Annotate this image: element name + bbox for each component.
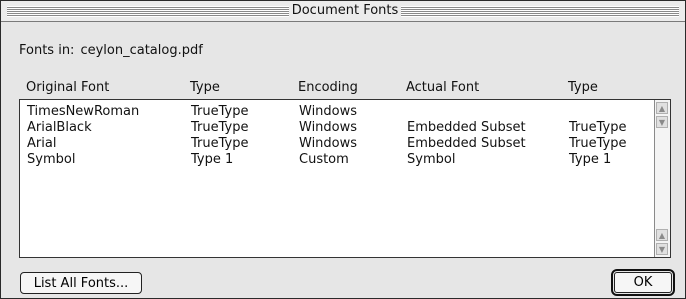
actual-font-cell: Symbol xyxy=(407,152,456,167)
encoding-cell: Windows xyxy=(299,120,358,135)
column-header-encoding: Encoding xyxy=(298,80,358,95)
scroll-down-arrow-icon[interactable]: ▼ xyxy=(656,243,668,255)
column-header-actual-font: Actual Font xyxy=(406,80,480,95)
scroll-up-arrow-icon[interactable]: ▲ xyxy=(656,102,668,114)
font-row[interactable]: TimesNewRoman TrueType Windows xyxy=(20,104,670,120)
font-row[interactable]: Arial TrueType Windows Embedded Subset T… xyxy=(20,136,670,152)
type-cell: TrueType xyxy=(191,104,249,119)
actual-type-cell: TrueType xyxy=(569,120,627,135)
original-font-cell: ArialBlack xyxy=(27,120,92,135)
font-list[interactable]: TimesNewRoman TrueType Windows ArialBlac… xyxy=(19,99,671,258)
column-header-type: Type xyxy=(190,80,220,95)
original-font-cell: Symbol xyxy=(27,152,76,167)
fonts-in-label: Fonts in: xyxy=(19,43,75,58)
ok-button[interactable]: OK xyxy=(614,272,672,293)
list-all-fonts-button[interactable]: List All Fonts... xyxy=(20,272,142,294)
original-font-cell: Arial xyxy=(27,136,57,151)
actual-type-cell: TrueType xyxy=(569,136,627,151)
column-header-original-font: Original Font xyxy=(26,80,110,95)
document-fonts-dialog: Document Fonts Fonts in: ceylon_catalog.p… xyxy=(0,0,686,299)
original-font-cell: TimesNewRoman xyxy=(27,104,140,119)
encoding-cell: Windows xyxy=(299,104,358,119)
fonts-in-line: Fonts in: ceylon_catalog.pdf xyxy=(19,43,203,58)
actual-type-cell: Type 1 xyxy=(569,152,612,167)
title-bar-stripes-left xyxy=(7,6,289,17)
encoding-cell: Custom xyxy=(299,152,349,167)
type-cell: Type 1 xyxy=(191,152,234,167)
scroll-up-arrow-icon[interactable]: ▲ xyxy=(656,229,668,241)
scroll-down-arrow-icon[interactable]: ▼ xyxy=(656,116,668,128)
font-row[interactable]: ArialBlack TrueType Windows Embedded Sub… xyxy=(20,120,670,136)
dialog-title: Document Fonts xyxy=(291,3,399,18)
document-filename: ceylon_catalog.pdf xyxy=(80,43,203,58)
vertical-scrollbar[interactable]: ▲ ▼ ▲ ▼ xyxy=(654,100,670,257)
type-cell: TrueType xyxy=(191,120,249,135)
actual-font-cell: Embedded Subset xyxy=(407,120,526,135)
actual-font-cell: Embedded Subset xyxy=(407,136,526,151)
title-bar-stripes-right xyxy=(401,6,679,17)
type-cell: TrueType xyxy=(191,136,249,151)
column-header-actual-type: Type xyxy=(568,80,598,95)
encoding-cell: Windows xyxy=(299,136,358,151)
font-row[interactable]: Symbol Type 1 Custom Symbol Type 1 xyxy=(20,152,670,168)
title-bar[interactable]: Document Fonts xyxy=(1,1,685,22)
